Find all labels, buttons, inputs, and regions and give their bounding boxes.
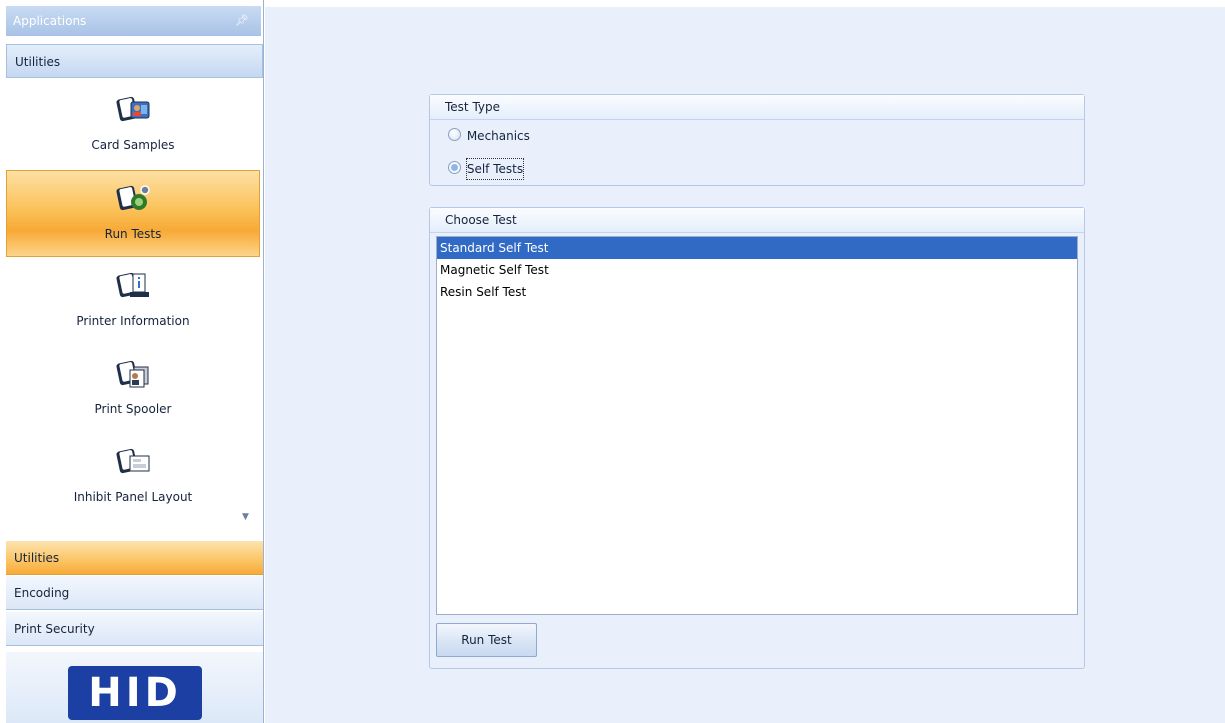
scroll-down-icon[interactable]: ▼ — [242, 512, 249, 522]
list-item-standard-self-test[interactable]: Standard Self Test — [437, 237, 1077, 259]
radio-self-tests[interactable]: Self Tests — [448, 157, 525, 180]
nav-item-list: Card Samples Run Tests Printer Informati… — [6, 82, 263, 537]
radio-mechanics[interactable]: Mechanics — [448, 125, 530, 145]
nav-item-label: Printer Information — [76, 314, 190, 328]
card-samples-icon — [116, 96, 150, 122]
nav-section-print-security[interactable]: Print Security — [6, 612, 263, 646]
radio-label: Self Tests — [465, 157, 525, 180]
nav-item-run-tests[interactable]: Run Tests — [6, 170, 260, 257]
choose-test-header: Choose Test — [430, 208, 1084, 233]
run-tests-icon — [116, 185, 150, 211]
radio-button-icon[interactable] — [448, 128, 461, 141]
print-spooler-icon — [116, 360, 149, 388]
list-item-resin-self-test[interactable]: Resin Self Test — [437, 281, 1077, 303]
nav-group-header[interactable]: Utilities — [6, 44, 263, 78]
nav-pane-title: Applications 📌︎ — [6, 6, 261, 36]
nav-item-print-spooler[interactable]: Print Spooler — [6, 346, 260, 433]
nav-item-label: Print Spooler — [94, 402, 172, 416]
pin-icon[interactable]: 📌︎ — [235, 6, 249, 36]
nav-item-label: Run Tests — [104, 227, 162, 241]
nav-item-label: Card Samples — [91, 138, 175, 152]
navigation-pane: Applications 📌︎ Utilities Card Samples R… — [0, 0, 264, 723]
nav-item-inhibit-panel-layout[interactable]: Inhibit Panel Layout — [6, 434, 260, 521]
hid-logo: HID — [68, 666, 202, 720]
list-item-magnetic-self-test[interactable]: Magnetic Self Test — [437, 259, 1077, 281]
nav-footer: HID — [6, 652, 263, 723]
nav-item-label: Inhibit Panel Layout — [73, 490, 193, 504]
run-test-button[interactable]: Run Test — [436, 623, 537, 657]
radio-label: Mechanics — [466, 128, 530, 143]
radio-button-checked-icon[interactable] — [448, 161, 461, 174]
choose-test-group: Choose Test Standard Self Test Magnetic … — [429, 207, 1085, 669]
nav-section-utilities[interactable]: Utilities — [6, 541, 263, 575]
nav-section-encoding[interactable]: Encoding — [6, 576, 263, 610]
printer-information-icon — [116, 272, 149, 298]
main-content: Test Type Mechanics Self Tests Choose Te… — [265, 7, 1225, 723]
nav-item-card-samples[interactable]: Card Samples — [6, 82, 260, 169]
test-type-group: Test Type Mechanics Self Tests — [429, 94, 1085, 186]
test-type-header: Test Type — [430, 95, 1084, 120]
inhibit-panel-layout-icon — [116, 448, 150, 474]
test-list[interactable]: Standard Self Test Magnetic Self Test Re… — [436, 236, 1078, 615]
nav-title-label: Applications — [13, 14, 87, 28]
nav-item-printer-information[interactable]: Printer Information — [6, 258, 260, 345]
